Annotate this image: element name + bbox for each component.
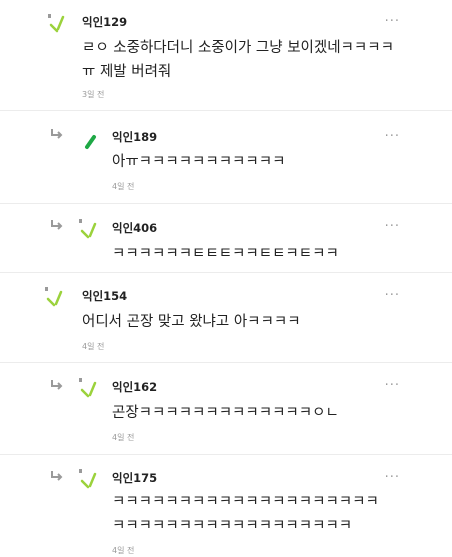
comment-time: 3일 전 [82, 90, 105, 99]
more-options-button[interactable]: ··· [385, 379, 400, 392]
comment-time: 4일 전 [82, 342, 105, 351]
comment-author[interactable]: 익인189 [112, 129, 157, 145]
comment-text-line: ㄹㅇ 소중하다더니 소중이가 그냥 보이겠네ㅋㅋㅋㅋ [82, 40, 394, 56]
comment-text-line: ㅠ 제발 버려줘 [82, 64, 172, 80]
comment-time: 4일 전 [112, 182, 135, 191]
reply-arrow-icon [51, 471, 63, 481]
comment-author[interactable]: 익인175 [112, 470, 157, 486]
comment-author[interactable]: 익인406 [112, 220, 157, 236]
more-options-button[interactable]: ··· [385, 471, 400, 484]
divider [0, 362, 452, 363]
divider [0, 203, 452, 204]
divider [0, 110, 452, 111]
divider [0, 272, 452, 273]
comment-author[interactable]: 익인154 [82, 288, 127, 304]
comment-text-line: 곤장ㅋㅋㅋㅋㅋㅋㅋㅋㅋㅋㅋㅋㅋㅇㄴ [112, 405, 339, 421]
avatar-icon [85, 135, 96, 149]
reply-arrow-icon [51, 380, 63, 390]
comment-text-line: 아ㅠㅋㅋㅋㅋㅋㅋㅋㅋㅋㅋㅋ [112, 154, 286, 170]
comment-text-line: 어디서 곤장 맞고 왔냐고 아ㅋㅋㅋㅋ [82, 314, 301, 330]
comment-author[interactable]: 익인129 [82, 14, 127, 30]
avatar-icon [79, 219, 97, 239]
more-options-button[interactable]: ··· [385, 15, 400, 28]
reply-arrow-icon [51, 129, 63, 139]
more-options-button[interactable]: ··· [385, 289, 400, 302]
reply-arrow-icon [51, 220, 63, 230]
comment-text-line: ㅋㅋㅋㅋㅋㅋㅋㅋㅋㅋㅋㅋㅋㅋㅋㅋㅋㅋ [112, 518, 353, 534]
avatar-icon [79, 469, 97, 489]
avatar-icon [45, 287, 63, 307]
divider [0, 454, 452, 455]
avatar-icon [48, 14, 65, 33]
more-options-button[interactable]: ··· [385, 220, 400, 233]
comment-author[interactable]: 익인162 [112, 379, 157, 395]
avatar-icon [79, 378, 97, 398]
comment-time: 4일 전 [112, 433, 135, 442]
more-options-button[interactable]: ··· [385, 130, 400, 143]
comment-text-line: ㅋㅋㅋㅋㅋㅋㅌㅌㅌㅋㅋㅌㅌㅋㅌㅋㅋ [112, 246, 339, 262]
comment-text-line: ㅋㅋㅋㅋㅋㅋㅋㅋㅋㅋㅋㅋㅋㅋㅋㅋㅋㅋㅋㅋ [112, 494, 379, 510]
comment-time: 4일 전 [112, 546, 135, 555]
